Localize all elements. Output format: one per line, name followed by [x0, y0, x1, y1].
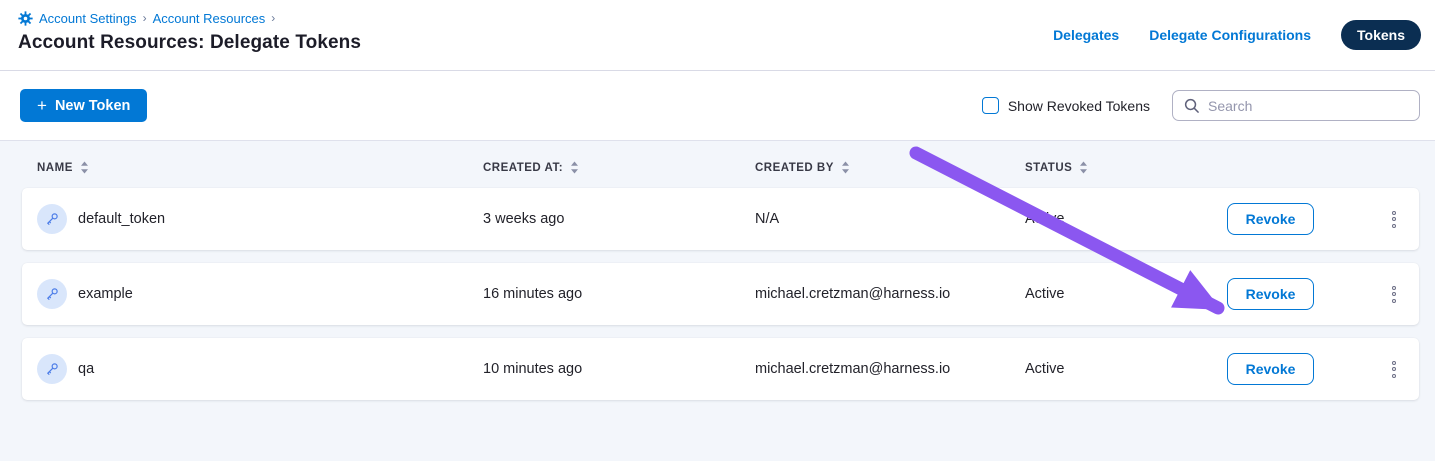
column-header-created-by[interactable]: CREATED BY	[755, 161, 1025, 174]
token-created-by: N/A	[755, 211, 1025, 227]
revoke-button[interactable]: Revoke	[1227, 203, 1314, 235]
token-status: Active	[1025, 211, 1227, 227]
sort-icon	[841, 161, 850, 174]
header-tabs: Delegates Delegate Configurations Tokens	[1053, 20, 1421, 50]
column-header-label: NAME	[37, 162, 73, 174]
column-header-label: STATUS	[1025, 162, 1072, 174]
kebab-menu-icon[interactable]	[1386, 280, 1402, 309]
token-created-by: michael.cretzman@harness.io	[755, 361, 1025, 377]
tab-delegates[interactable]: Delegates	[1053, 27, 1119, 43]
kebab-menu-icon[interactable]	[1386, 205, 1402, 234]
breadcrumb-separator: ›	[143, 11, 147, 25]
breadcrumb-separator: ›	[271, 11, 275, 25]
new-token-button[interactable]: + New Token	[20, 89, 147, 122]
sort-icon	[80, 161, 89, 174]
show-revoked-label: Show Revoked Tokens	[1008, 98, 1150, 114]
key-icon	[37, 279, 67, 309]
token-created-at: 10 minutes ago	[483, 361, 755, 377]
kebab-menu-icon[interactable]	[1386, 355, 1402, 384]
sort-icon	[570, 161, 579, 174]
token-created-at: 3 weeks ago	[483, 211, 755, 227]
search-box	[1172, 90, 1420, 121]
revoke-button[interactable]: Revoke	[1227, 353, 1314, 385]
show-revoked-checkbox[interactable]	[982, 97, 999, 114]
column-header-label: CREATED BY	[755, 162, 834, 174]
token-name: default_token	[78, 211, 165, 227]
new-token-button-label: New Token	[55, 98, 130, 114]
key-icon	[37, 354, 67, 384]
column-header-status[interactable]: STATUS	[1025, 161, 1227, 174]
gear-icon	[18, 11, 33, 26]
table-row-default-token: default_token 3 weeks ago N/A Active Rev…	[22, 188, 1419, 250]
column-header-name[interactable]: NAME	[22, 161, 483, 174]
toolbar: + New Token Show Revoked Tokens	[0, 71, 1435, 141]
revoke-button-row-example[interactable]: Revoke	[1227, 278, 1314, 310]
token-name: example	[78, 286, 133, 302]
column-header-label: CREATED AT:	[483, 162, 563, 174]
sort-icon	[1079, 161, 1088, 174]
search-input[interactable]	[1208, 98, 1409, 114]
token-status: Active	[1025, 286, 1227, 302]
tab-tokens[interactable]: Tokens	[1341, 20, 1421, 50]
delegate-tokens-page: Account Settings › Account Resources › A…	[0, 0, 1435, 462]
tokens-table: NAME CREATED AT: CREATED BY STATUS	[0, 141, 1435, 461]
table-row-qa: qa 10 minutes ago michael.cretzman@harne…	[22, 338, 1419, 400]
tab-delegate-configurations[interactable]: Delegate Configurations	[1149, 27, 1311, 43]
toolbar-right: Show Revoked Tokens	[982, 90, 1420, 121]
token-created-by: michael.cretzman@harness.io	[755, 286, 1025, 302]
column-header-created-at[interactable]: CREATED AT:	[483, 161, 755, 174]
token-name: qa	[78, 361, 94, 377]
breadcrumb-link-account-resources[interactable]: Account Resources	[153, 11, 266, 26]
token-created-at: 16 minutes ago	[483, 286, 755, 302]
breadcrumb-link-account-settings[interactable]: Account Settings	[39, 11, 137, 26]
show-revoked-tokens-toggle[interactable]: Show Revoked Tokens	[982, 97, 1150, 114]
plus-icon: +	[37, 97, 47, 114]
token-status: Active	[1025, 361, 1227, 377]
page-header: Account Settings › Account Resources › A…	[0, 0, 1435, 71]
key-icon	[37, 204, 67, 234]
table-header-row: NAME CREATED AT: CREATED BY STATUS	[22, 161, 1419, 174]
table-row-example: example 16 minutes ago michael.cretzman@…	[22, 263, 1419, 325]
search-icon	[1183, 97, 1200, 114]
